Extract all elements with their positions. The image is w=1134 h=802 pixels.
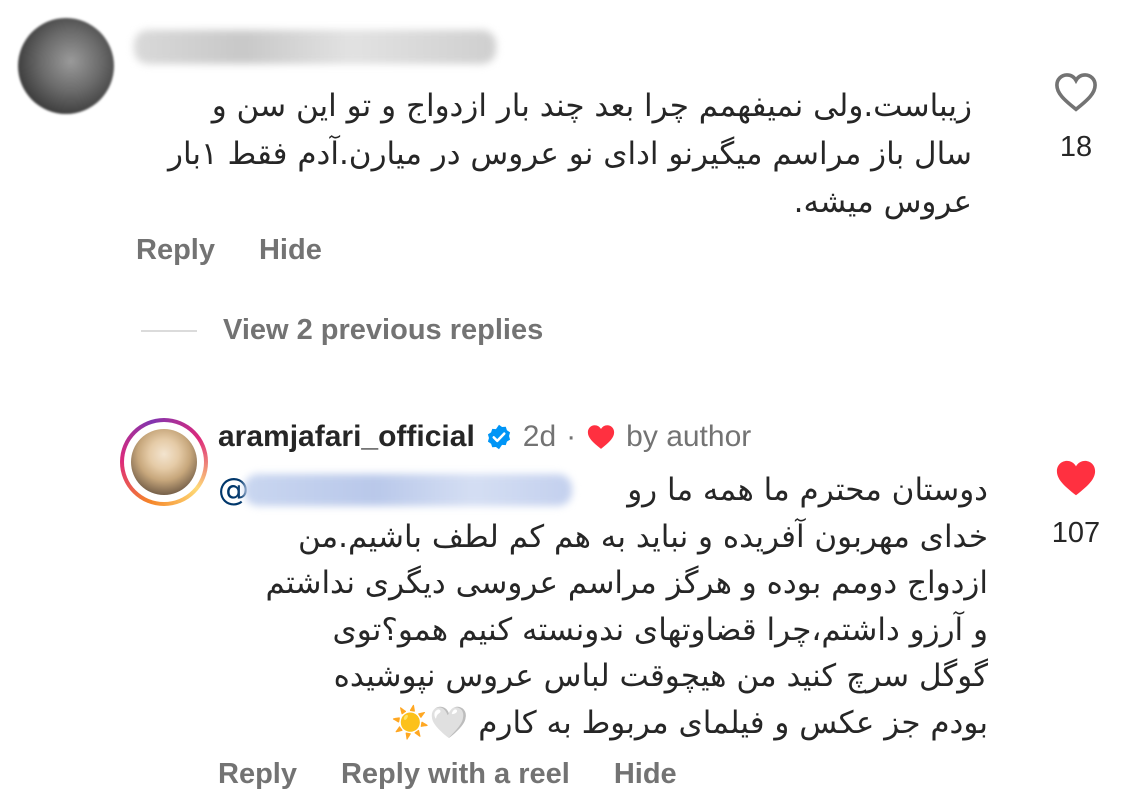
reply-button[interactable]: Reply <box>218 758 297 791</box>
author-username[interactable]: aramjafari_official <box>218 420 475 454</box>
comment-time: 2d <box>522 420 557 453</box>
hide-button[interactable]: Hide <box>614 758 677 791</box>
commenter-avatar[interactable] <box>18 18 114 114</box>
comment-1-like: 18 <box>1036 72 1116 164</box>
heart-outline-icon[interactable] <box>1054 72 1098 112</box>
view-replies-label[interactable]: View 2 previous replies <box>223 314 543 347</box>
comment-1-line: سال باز مراسم میگیرنو ادای نو عروس در می… <box>168 136 972 172</box>
author-avatar[interactable] <box>120 418 208 506</box>
by-author-label: by author <box>626 420 752 453</box>
separator-dot: · <box>566 420 577 453</box>
comment-2-like: 107 <box>1036 458 1116 550</box>
comment-1-text: زیباست.ولی نمیفهمم چرا بعد چند بار ازدوا… <box>130 82 972 226</box>
author-like-heart-icon <box>588 425 615 449</box>
comment-2-header: aramjafari_official 2d · by author <box>218 420 751 454</box>
comment-2-line: ازدواج دومم بوده و هرگز مراسم عروسی دیگر… <box>265 565 988 601</box>
commenter-username-blurred[interactable] <box>134 30 496 64</box>
verified-badge-icon <box>487 424 510 450</box>
divider-line <box>141 329 197 332</box>
heart-filled-icon[interactable] <box>1054 458 1098 498</box>
comment-2-text: دوستان محترم ما همه ما رو خدای مهربون آف… <box>212 467 988 746</box>
comment-2-line: و آرزو داشتم،چرا قضاوتهای ندونسته کنیم ه… <box>332 611 989 648</box>
comment-2-line: بودم جز عکس و فیلمای مربوط به کارم 🤍☀️ <box>391 704 988 741</box>
like-count: 18 <box>1059 131 1093 163</box>
like-count: 107 <box>1051 517 1101 549</box>
view-previous-replies[interactable]: View 2 previous replies <box>141 314 543 347</box>
comment-1-line: زیباست.ولی نمیفهمم چرا بعد چند بار ازدوا… <box>211 88 972 124</box>
comment-2-line: گوگل سرچ کنید من هیچوقت لباس عروس نپوشید… <box>333 658 988 694</box>
comment-2-actions: Reply Reply with a reel Hide <box>218 758 677 791</box>
hide-button[interactable]: Hide <box>259 234 322 267</box>
comment-1-actions: Reply Hide <box>136 234 322 267</box>
comment-1-line: عروس میشه. <box>793 184 972 220</box>
reply-with-reel-button[interactable]: Reply with a reel <box>341 758 570 791</box>
comment-2-line: دوستان محترم ما همه ما رو <box>627 472 988 508</box>
comment-2-line: خدای مهربون آفریده و نباید به هم کم لطف … <box>297 518 988 555</box>
avatar-photo <box>131 429 197 495</box>
reply-button[interactable]: Reply <box>136 234 215 267</box>
